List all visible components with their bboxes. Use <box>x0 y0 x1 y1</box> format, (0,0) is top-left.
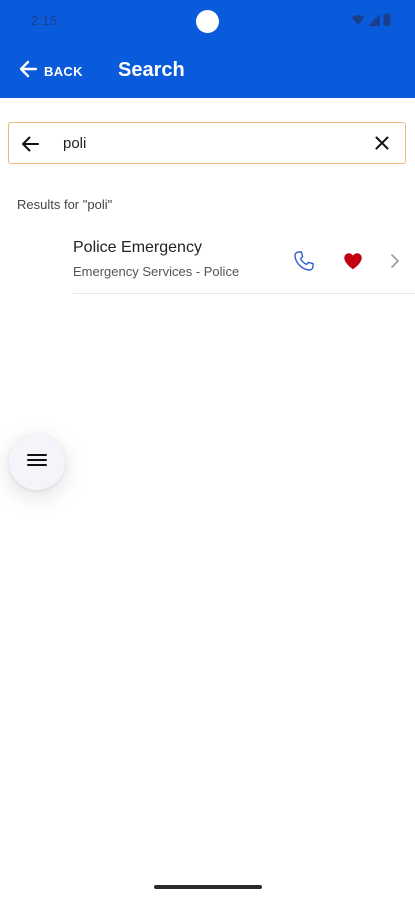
app-bar: 2:15 BACK Search <box>0 0 415 98</box>
battery-icon <box>383 13 391 26</box>
signal-icon <box>368 13 380 26</box>
result-title: Police Emergency <box>73 239 202 256</box>
close-icon[interactable] <box>373 134 391 152</box>
chevron-right-icon <box>388 252 402 270</box>
phone-icon[interactable] <box>292 249 316 273</box>
home-indicator[interactable] <box>154 885 262 889</box>
search-input[interactable] <box>63 131 353 155</box>
heart-icon[interactable] <box>342 250 364 272</box>
back-label: BACK <box>44 63 83 79</box>
menu-button[interactable] <box>9 434 65 490</box>
status-time: 2:15 <box>31 13 58 28</box>
back-button[interactable]: BACK <box>18 59 83 83</box>
result-subtitle: Emergency Services - Police <box>73 264 240 279</box>
arrow-left-icon[interactable] <box>19 133 41 155</box>
search-field[interactable] <box>8 122 406 164</box>
list-item[interactable]: Police Emergency Emergency Services - Po… <box>73 232 415 294</box>
wifi-icon <box>351 14 365 26</box>
status-icons <box>351 13 391 26</box>
page-title: Search <box>118 59 185 81</box>
menu-icon <box>27 452 47 473</box>
results-heading: Results for "poli" <box>17 197 113 212</box>
arrow-left-icon <box>18 59 38 84</box>
camera-cutout <box>196 10 219 33</box>
